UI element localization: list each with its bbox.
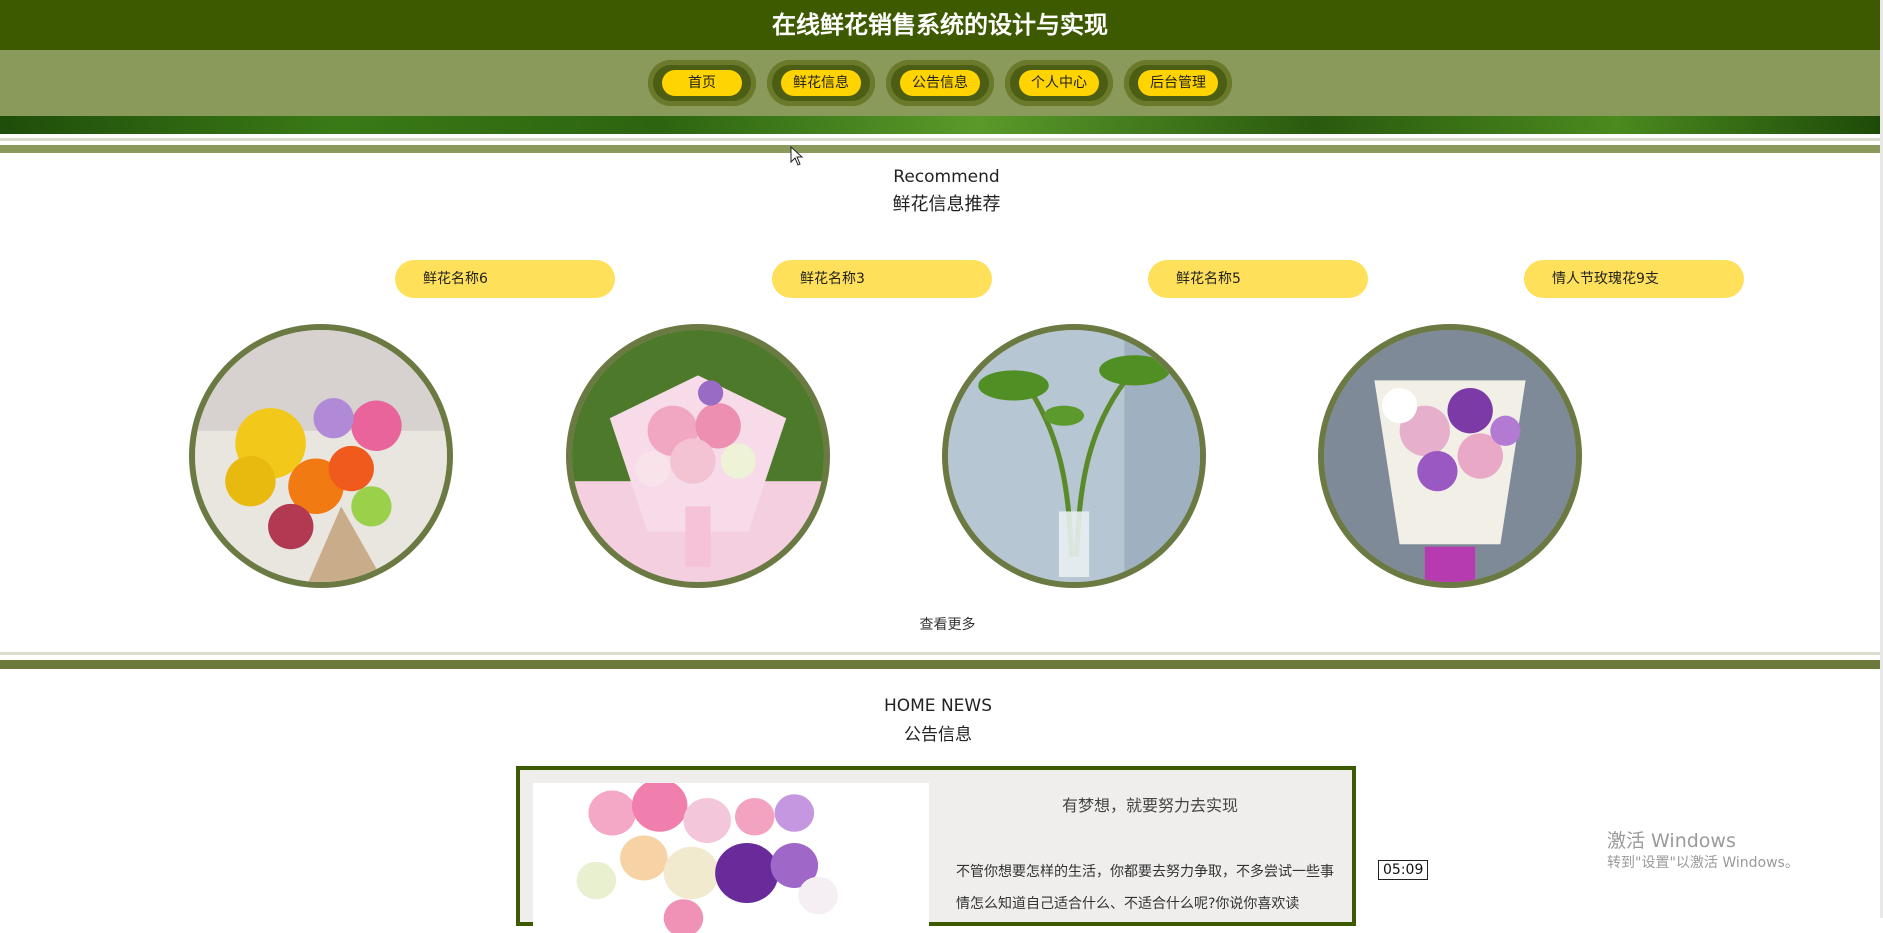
flower-image[interactable] — [1318, 324, 1582, 588]
divider — [0, 652, 1880, 655]
news-item[interactable]: 有梦想，就要努力去实现 不管你想要怎样的生活，你都要去努力争取，不多尝试一些事情… — [516, 766, 1356, 933]
flower-name[interactable]: 鲜花名称6 — [395, 260, 615, 298]
nav-label: 后台管理 — [1138, 70, 1218, 96]
flower-name[interactable]: 鲜花名称5 — [1148, 260, 1368, 298]
windows-watermark-title: 激活 Windows — [1607, 830, 1736, 852]
nav-label: 鲜花信息 — [781, 70, 861, 96]
page: 在线鲜花销售系统的设计与实现 首页 鲜花信息 公告信息 个人中心 后台管理 Re… — [0, 0, 1883, 933]
recommend-title-en: Recommend — [893, 167, 1000, 187]
divider — [0, 138, 1880, 141]
news-title-cn: 公告信息 — [904, 725, 972, 745]
flower-image[interactable] — [189, 324, 453, 588]
divider — [0, 145, 1880, 153]
main-nav: 首页 鲜花信息 公告信息 个人中心 后台管理 — [0, 50, 1880, 116]
nav-item-admin[interactable]: 后台管理 — [1124, 60, 1232, 106]
recommend-title-cn: 鲜花信息推荐 — [892, 194, 1001, 215]
divider — [0, 660, 1880, 669]
news-image[interactable] — [533, 783, 929, 933]
nav-label: 首页 — [662, 70, 742, 96]
view-more-link[interactable]: 查看更多 — [0, 614, 1883, 634]
flower-name[interactable]: 鲜花名称3 — [772, 260, 992, 298]
clock-tooltip: 05:09 — [1378, 860, 1429, 880]
news-title-en: HOME NEWS — [883, 696, 993, 716]
flower-image[interactable] — [942, 324, 1206, 588]
news-excerpt: 不管你想要怎样的生活，你都要去努力争取，不多尝试一些事情怎么知道自己适合什么、不… — [956, 864, 1334, 912]
mouse-cursor-icon — [790, 146, 804, 166]
site-title: 在线鲜花销售系统的设计与实现 — [0, 0, 1880, 50]
flower-name[interactable]: 情人节玫瑰花9支 — [1524, 260, 1744, 298]
windows-watermark-subtitle: 转到"设置"以激活 Windows。 — [1607, 855, 1799, 871]
banner-image — [0, 116, 1880, 134]
nav-label: 公告信息 — [900, 70, 980, 96]
nav-item-flowers[interactable]: 鲜花信息 — [767, 60, 875, 106]
nav-item-personal-center[interactable]: 个人中心 — [1005, 60, 1113, 106]
flower-image[interactable] — [566, 324, 830, 588]
nav-item-home[interactable]: 首页 — [648, 60, 756, 106]
news-headline[interactable]: 有梦想，就要努力去实现 — [950, 792, 1350, 816]
nav-label: 个人中心 — [1019, 70, 1099, 96]
nav-item-announcements[interactable]: 公告信息 — [886, 60, 994, 106]
